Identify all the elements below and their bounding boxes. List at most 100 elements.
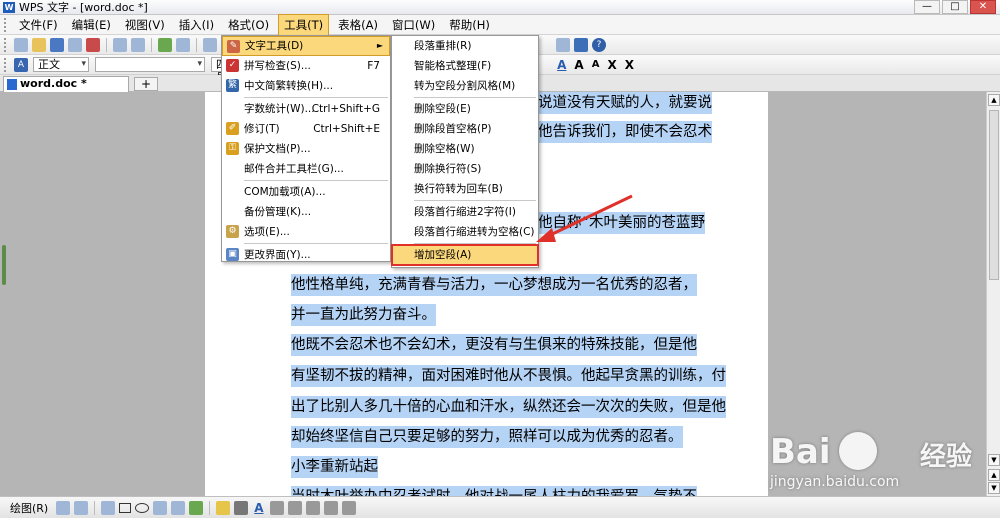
convert-icon: 繁	[226, 79, 239, 92]
format-painter-icon[interactable]	[203, 37, 217, 52]
textbox-icon[interactable]	[153, 500, 168, 515]
annotation-arrow-shaft	[543, 194, 633, 240]
window-controls: — □ ✕	[912, 0, 996, 14]
submenu-item-delete-spaces[interactable]: 删除空格(W)	[392, 139, 538, 159]
submenu-item-smart-format[interactable]: 智能格式整理(F)	[392, 56, 538, 76]
close-icon[interactable]: ✕	[970, 0, 996, 14]
submenu-item-delete-leading-spaces[interactable]: 删除段首空格(P)	[392, 119, 538, 139]
scroll-thumb[interactable]	[989, 110, 999, 280]
grow-font-icon[interactable]: A	[574, 58, 583, 72]
menu-item-options[interactable]: ⚙ 选项(E)...	[222, 222, 390, 242]
font-color-icon[interactable]: A	[254, 501, 263, 515]
menu-item-mail-merge[interactable]: 邮件合并工具栏(G)...	[222, 159, 390, 179]
maximize-icon[interactable]: □	[942, 0, 968, 14]
toolbar-separator	[94, 500, 96, 515]
baidu-paw-icon	[839, 432, 877, 470]
doc-line: 他性格单纯，充满青春与活力，一心梦想成为一名优秀的忍者，	[291, 274, 697, 296]
print-icon[interactable]	[113, 37, 127, 52]
menu-item-spell-check[interactable]: ✓ 拼写检查(S)... F7	[222, 56, 390, 76]
open-folder-icon[interactable]	[32, 37, 46, 52]
menu-item-label: 拼写检查(S)...	[244, 60, 311, 72]
menu-format[interactable]: 格式(O)	[223, 15, 274, 35]
submenu-item-delete-line-breaks[interactable]: 删除换行符(S)	[392, 159, 538, 179]
rotate-icon[interactable]	[74, 500, 89, 515]
subscript-icon[interactable]: X	[625, 58, 634, 72]
menu-item-label: 邮件合并工具栏(G)...	[244, 163, 344, 175]
menu-window[interactable]: 窗口(W)	[387, 15, 440, 35]
insert-picture-icon[interactable]	[189, 500, 204, 515]
new-tab-button[interactable]: +	[134, 77, 158, 91]
menu-tools[interactable]: 工具(T)	[278, 13, 330, 36]
menu-item-text-tools[interactable]: ✎ 文字工具(D) ►	[222, 36, 390, 56]
line-style-icon[interactable]	[269, 500, 284, 515]
menu-item-com-addins[interactable]: COM加载项(A)...	[222, 182, 390, 202]
menu-item-revision[interactable]: ✐ 修订(T) Ctrl+Shift+E	[222, 119, 390, 139]
submenu-item-line-breaks-to-returns[interactable]: 换行符转为回车(B)	[392, 179, 538, 199]
pdf-export-icon[interactable]	[86, 37, 100, 52]
doc-line: 他既不会忍术也不会幻术，更没有与生俱来的特殊技能，但是他	[291, 334, 697, 356]
superscript-icon[interactable]: X	[607, 58, 616, 72]
submenu-item-reflow[interactable]: 段落重排(R)	[392, 36, 538, 56]
doc-line: 有坚韧不拔的精神，面对困难时他从不畏惧。他起早贪黑的训练，付	[291, 365, 726, 387]
copy-icon[interactable]	[158, 37, 172, 52]
select-objects-icon[interactable]	[56, 500, 71, 515]
arrow-style-icon[interactable]	[305, 500, 320, 515]
styles-icon[interactable]: A	[14, 57, 28, 72]
menu-table[interactable]: 表格(A)	[333, 15, 383, 35]
print-preview-icon[interactable]	[131, 37, 145, 52]
autoshapes-icon[interactable]	[101, 500, 116, 515]
annotation-arrow	[536, 194, 633, 242]
menu-separator	[414, 97, 536, 98]
font-select[interactable]	[95, 57, 205, 72]
menu-item-chinese-convert[interactable]: 繁 中文简繁转换(H)...	[222, 76, 390, 96]
fill-color-icon[interactable]	[216, 500, 231, 515]
menu-item-change-interface[interactable]: ▣ 更改界面(Y)...	[222, 245, 390, 265]
3d-icon[interactable]	[341, 500, 356, 515]
new-document-icon[interactable]	[14, 37, 28, 52]
tab-word-doc[interactable]: word.doc *	[3, 76, 129, 92]
menu-help[interactable]: 帮助(H)	[444, 15, 495, 35]
submenu-item-indent-first-line[interactable]: 段落首行缩进2字符(I)	[392, 202, 538, 222]
submenu-item-add-empty-paragraph[interactable]: 增加空段(A)	[391, 244, 539, 266]
style-select[interactable]: 正文	[33, 57, 89, 72]
rectangle-icon[interactable]	[119, 502, 132, 513]
shadow-icon[interactable]	[323, 500, 338, 515]
menu-separator	[244, 97, 388, 98]
menu-edit[interactable]: 编辑(E)	[67, 15, 116, 35]
menu-item-protect-document[interactable]: ⚿ 保护文档(P)...	[222, 139, 390, 159]
save-icon[interactable]	[50, 37, 64, 52]
paste-icon[interactable]	[176, 37, 190, 52]
menu-insert[interactable]: 插入(I)	[174, 15, 219, 35]
menu-item-backup[interactable]: 备份管理(K)...	[222, 202, 390, 222]
menu-item-word-count[interactable]: 字数统计(W)... Ctrl+Shift+G	[222, 99, 390, 119]
submenu-item-delete-empty-paragraphs[interactable]: 删除空段(E)	[392, 99, 538, 119]
menu-bar: 文件(F) 编辑(E) 视图(V) 插入(I) 格式(O) 工具(T) 表格(A…	[0, 13, 1000, 36]
dash-style-icon[interactable]	[287, 500, 302, 515]
doc-line: 当时木叶举办中忍考试时，他对战一尾人柱力的我爱罗，气势不	[291, 486, 697, 496]
save-as-icon[interactable]	[68, 37, 82, 52]
doc-line: 却始终坚信自己只要足够的努力，照样可以成为优秀的忍者。	[291, 426, 683, 448]
left-ruler-marker[interactable]	[2, 245, 6, 285]
menu-item-shortcut: Ctrl+Shift+G	[311, 103, 380, 115]
menubar-grip[interactable]	[4, 17, 8, 32]
toolbar-grip[interactable]	[4, 57, 8, 72]
draw-menu-button[interactable]: 绘图(R)	[10, 500, 48, 516]
scroll-up-icon[interactable]: ▲	[988, 94, 1000, 106]
submenu-item-empty-paragraph-style[interactable]: 转为空段分割风格(M)	[392, 76, 538, 96]
interface-icon: ▣	[226, 248, 239, 261]
ruler-icon[interactable]	[574, 37, 588, 52]
help-icon[interactable]: ?	[592, 37, 606, 52]
font-color-icon[interactable]: A	[557, 58, 566, 72]
binoculars-icon[interactable]	[556, 37, 570, 52]
wordart-icon[interactable]	[171, 500, 186, 515]
shrink-font-icon[interactable]: A	[592, 59, 600, 70]
submenu-item-indent-to-spaces[interactable]: 段落首行缩进转为空格(C)	[392, 222, 538, 242]
menu-separator	[414, 243, 536, 244]
toolbar-grip[interactable]	[4, 37, 8, 52]
line-color-icon[interactable]	[234, 500, 249, 515]
ellipse-icon[interactable]	[135, 502, 150, 513]
minimize-icon[interactable]: —	[914, 0, 940, 14]
menu-file[interactable]: 文件(F)	[14, 15, 63, 35]
menu-view[interactable]: 视图(V)	[120, 15, 170, 35]
menu-item-label: 更改界面(Y)...	[244, 249, 311, 261]
